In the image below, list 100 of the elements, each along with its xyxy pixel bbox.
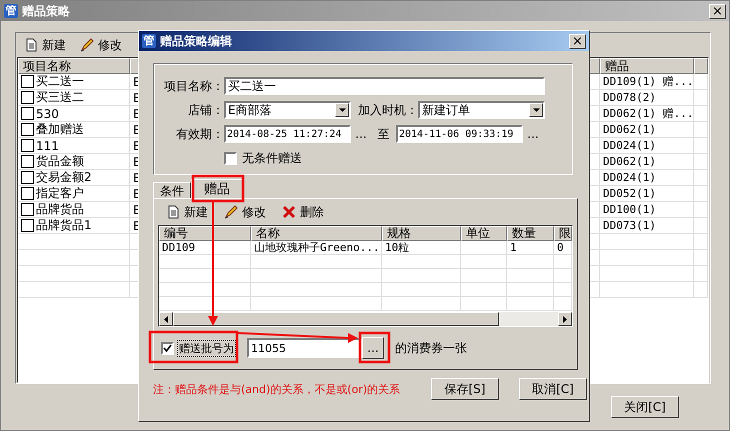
close-button[interactable]: × <box>709 4 726 18</box>
store-dropdown[interactable]: E商部落 <box>224 101 351 119</box>
browse-button[interactable]: ... <box>362 337 384 359</box>
pencil-icon <box>80 38 94 52</box>
pencil-icon <box>224 205 238 219</box>
field-label: 加入时机： <box>357 102 418 118</box>
project-name-field[interactable]: 买二送一 <box>224 77 545 95</box>
table-cell: DD073(1) <box>603 219 656 232</box>
save-button[interactable]: 保存[S] <box>431 378 499 400</box>
checkbox[interactable] <box>21 203 34 216</box>
table-cell <box>694 250 708 266</box>
app-icon: 管 <box>4 4 18 18</box>
checkbox-label: 赠送批号为 <box>178 340 235 356</box>
field-label: 店铺： <box>187 102 224 118</box>
table-cell: DD062(1) <box>603 123 656 136</box>
highlight-box <box>358 332 390 364</box>
column-header: 数量 <box>507 226 554 241</box>
edit-button[interactable]: 修改 <box>80 36 122 54</box>
table-cell: 交易金额2 <box>36 169 92 186</box>
dropdown-arrow-icon <box>338 108 346 112</box>
table-cell: DD024(1) <box>603 171 656 184</box>
table-cell: DD109 <box>162 241 196 254</box>
column-header: 编号 <box>159 226 251 241</box>
date-picker-button[interactable]: ... <box>523 125 543 143</box>
join-time-dropdown[interactable]: 新建订单 <box>418 101 545 119</box>
delete-icon <box>282 205 296 219</box>
table-cell: 530 <box>36 106 59 120</box>
app-icon: 管 <box>142 34 156 48</box>
table-cell: 货品金额 <box>36 153 84 170</box>
table-cell: DD062(1) <box>603 155 656 168</box>
checkbox[interactable] <box>161 342 174 354</box>
suffix-label: 的消费券一张 <box>395 340 467 356</box>
document-icon <box>166 205 180 219</box>
checkbox[interactable] <box>21 139 34 152</box>
document-icon <box>24 38 38 52</box>
scroll-left-icon <box>164 316 168 322</box>
table-cell: DD052(1) <box>603 187 656 200</box>
table-cell: 叠加赠送 <box>36 121 84 138</box>
table-cell <box>554 297 572 311</box>
column-header: 名称 <box>251 226 382 241</box>
close-button[interactable]: 关闭[C] <box>611 396 679 418</box>
table-cell <box>694 282 708 298</box>
checkbox[interactable] <box>21 171 34 184</box>
checkbox[interactable] <box>224 152 237 164</box>
table-cell <box>554 269 572 283</box>
table-cell: 1 <box>510 241 517 254</box>
column-header: 单位 <box>461 226 507 241</box>
delete-button[interactable]: 删除 <box>282 204 324 220</box>
column-header: 赠品 <box>600 58 694 74</box>
checkbox[interactable] <box>21 91 34 104</box>
table-cell <box>461 269 507 283</box>
window-title: 赠品策略 <box>22 2 71 20</box>
cancel-button[interactable]: 取消[C] <box>519 378 587 400</box>
table-cell: 指定客户 <box>36 185 84 202</box>
table-cell: 山地玫瑰种子Greeno... <box>254 240 380 255</box>
table-cell <box>507 297 554 311</box>
table-cell <box>461 255 507 269</box>
table-cell: 0 <box>557 241 564 254</box>
table-cell: DD109(1) 赠... <box>603 74 694 89</box>
note-text: 注：赠品条件是与(and)的关系，不是或(or)的关系 <box>153 382 402 396</box>
new-button[interactable]: 新建 <box>166 204 208 220</box>
table-cell <box>507 269 554 283</box>
edit-button[interactable]: 修改 <box>224 204 266 220</box>
column-header: 限 <box>554 226 572 241</box>
checkbox[interactable] <box>21 123 34 136</box>
checkbox[interactable] <box>21 107 34 120</box>
table-cell: 买二送一 <box>36 73 84 90</box>
scrollbar-thumb[interactable] <box>173 312 499 326</box>
table-cell: DD100(1) <box>603 203 656 216</box>
tab[interactable]: 条件 <box>153 182 191 198</box>
checkbox[interactable] <box>21 219 34 232</box>
table-cell: 品牌货品1 <box>36 217 92 234</box>
new-button[interactable]: 新建 <box>24 36 66 54</box>
table-cell: 111 <box>36 138 59 152</box>
table-cell: 品牌货品 <box>36 201 84 218</box>
table-cell <box>461 283 507 297</box>
table-cell: 10粒 <box>385 240 410 255</box>
table-cell: DD078(2) <box>603 91 656 104</box>
dropdown-arrow-icon <box>532 108 540 112</box>
end-date-field[interactable]: 2014-11-06 09:33:19 <box>396 125 523 143</box>
table-cell: DD062(1) 赠... <box>603 106 694 121</box>
checkbox[interactable] <box>21 75 34 88</box>
checkbox[interactable] <box>21 187 34 200</box>
date-picker-button[interactable]: ... <box>351 125 371 143</box>
column-header: 规格 <box>382 226 461 241</box>
field-label: 项目名称： <box>163 78 224 94</box>
scroll-right-icon <box>563 316 567 322</box>
table-cell <box>694 266 708 282</box>
tab[interactable]: 赠品 <box>191 179 243 198</box>
separator-label: 至 <box>376 126 390 142</box>
table-cell <box>507 283 554 297</box>
close-button[interactable]: × <box>569 34 586 48</box>
start-date-field[interactable]: 2014-08-25 11:27:24 <box>224 125 351 143</box>
checkbox[interactable] <box>21 155 34 168</box>
dialog-title: 赠品策略编辑 <box>160 32 233 50</box>
field-label: 有效期： <box>175 126 224 142</box>
table-cell: DD024(1) <box>603 139 656 152</box>
table-cell: 买三送二 <box>36 89 84 106</box>
table-cell <box>554 283 572 297</box>
batch-number-field[interactable]: 11055 <box>247 338 362 358</box>
